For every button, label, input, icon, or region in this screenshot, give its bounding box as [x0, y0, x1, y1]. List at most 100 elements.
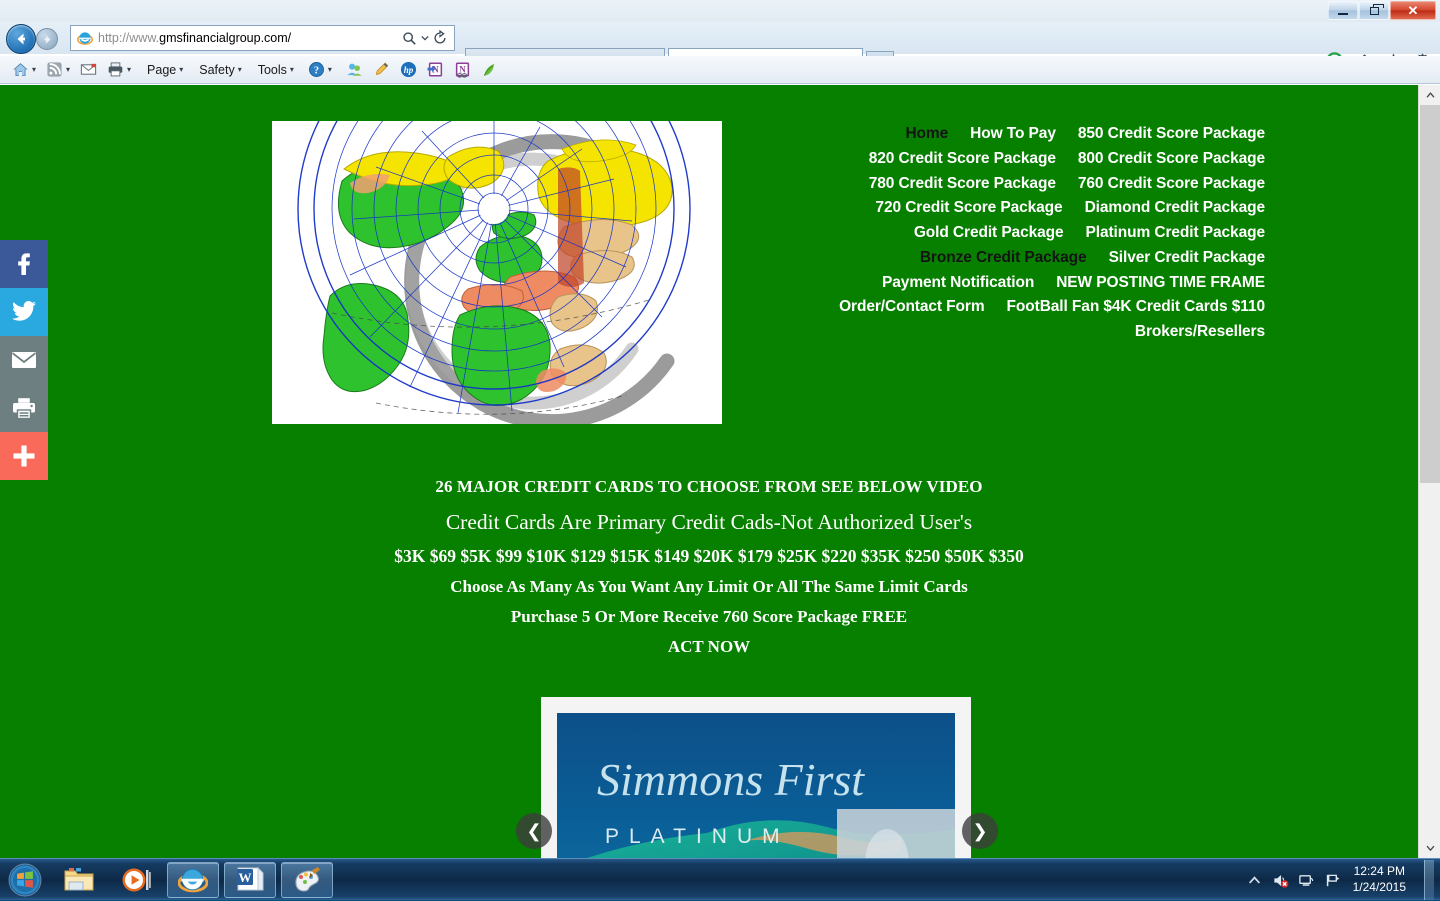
chevron-down-icon[interactable]	[421, 34, 429, 42]
hp-icon: hp	[400, 61, 417, 78]
cmd-hp-button[interactable]: hp	[396, 59, 421, 81]
cmd-safety-menu[interactable]: Safety ▾	[195, 59, 245, 81]
clock-time: 12:24 PM	[1353, 864, 1406, 880]
share-email-button[interactable]	[0, 336, 48, 384]
nav-link-new-posting-time-frame[interactable]: NEW POSTING TIME FRAME	[1056, 274, 1265, 292]
taskbar-microsoft-word-button[interactable]: W	[224, 862, 276, 898]
cmd-messenger-button[interactable]	[342, 59, 367, 81]
nav-link-850-credit-score-package[interactable]: 850 Credit Score Package	[1078, 125, 1265, 143]
minimize-button[interactable]	[1328, 1, 1358, 20]
carousel-prev-button[interactable]: ❮	[516, 813, 552, 849]
scroll-down-button[interactable]	[1419, 838, 1440, 858]
social-share-sidebar	[0, 240, 48, 480]
carousel-slide-image[interactable]: Simmons First PLATINUM	[557, 713, 955, 858]
svg-text:W: W	[239, 870, 252, 885]
cmd-mail-button[interactable]	[76, 59, 101, 81]
nav-link-platinum-credit-package[interactable]: Platinum Credit Package	[1086, 224, 1265, 242]
nav-link-760-credit-score-package[interactable]: 760 Credit Score Package	[1078, 175, 1265, 193]
nav-link-diamond-credit-package[interactable]: Diamond Credit Package	[1085, 199, 1265, 217]
chevron-down-icon[interactable]: ▾	[290, 65, 294, 74]
paint-icon	[292, 866, 322, 894]
address-bar[interactable]: http://www.gmsfinancialgroup.com/	[70, 25, 455, 51]
start-button[interactable]	[2, 861, 48, 899]
refresh-icon[interactable]	[432, 30, 448, 46]
cmd-feeds-button[interactable]: ▾	[42, 59, 74, 81]
share-facebook-button[interactable]	[0, 240, 48, 288]
home-icon	[12, 61, 29, 78]
media-player-icon	[121, 866, 151, 894]
share-print-button[interactable]	[0, 384, 48, 432]
command-bar: ▾ ▾ ▾	[0, 56, 1440, 84]
nav-link-bronze-credit-package[interactable]: Bronze Credit Package	[920, 249, 1087, 267]
carousel-next-button[interactable]: ❯	[962, 813, 998, 849]
search-icon[interactable]	[401, 30, 418, 47]
network-icon	[1298, 872, 1315, 889]
internet-explorer-icon	[178, 866, 208, 894]
share-twitter-button[interactable]	[0, 288, 48, 336]
nav-row: Home How To Pay 850 Credit Score Package	[760, 125, 1265, 143]
nav-link-silver-credit-package[interactable]: Silver Credit Package	[1109, 249, 1265, 267]
nav-link-gold-credit-package[interactable]: Gold Credit Package	[914, 224, 1064, 242]
back-button[interactable]	[6, 24, 36, 54]
scrollbar-thumb[interactable]	[1420, 105, 1440, 483]
nav-link-home[interactable]: Home	[905, 125, 948, 143]
forward-button[interactable]	[36, 28, 58, 50]
cmd-onenote-linked-button[interactable]: N	[450, 59, 475, 81]
nav-link-780-credit-score-package[interactable]: 780 Credit Score Package	[869, 175, 1056, 193]
address-protocol: http://www.	[98, 31, 159, 45]
taskbar-internet-explorer-button[interactable]	[167, 862, 219, 898]
cmd-green-leaf-button[interactable]	[477, 59, 502, 81]
close-button[interactable]: ✕	[1390, 1, 1436, 20]
chevron-down-icon[interactable]: ▾	[328, 65, 332, 74]
cmd-onenote-send-button[interactable]: N	[423, 59, 448, 81]
chevron-down-icon[interactable]: ▾	[66, 65, 70, 74]
promo-line-4: Choose As Many As You Want Any Limit Or …	[0, 577, 1418, 597]
microsoft-word-icon: W	[235, 866, 265, 894]
pen-icon	[373, 61, 390, 78]
cmd-home-button[interactable]: ▾	[8, 59, 40, 81]
taskbar-media-player-button[interactable]	[110, 862, 162, 898]
taskbar-file-explorer-button[interactable]	[53, 862, 105, 898]
file-explorer-icon	[63, 866, 95, 894]
nav-link-football-fan-credit-cards[interactable]: FootBall Fan $4K Credit Cards $110	[1007, 298, 1265, 316]
cmd-print-button[interactable]: ▾	[103, 59, 135, 81]
nav-link-800-credit-score-package[interactable]: 800 Credit Score Package	[1078, 150, 1265, 168]
volume-muted-icon	[1272, 872, 1289, 889]
scroll-up-button[interactable]	[1419, 85, 1440, 105]
page-viewport: Home How To Pay 850 Credit Score Package…	[0, 85, 1418, 858]
chevron-down-icon[interactable]: ▾	[238, 65, 242, 74]
nav-link-720-credit-score-package[interactable]: 720 Credit Score Package	[875, 199, 1062, 217]
tray-volume-button[interactable]	[1272, 872, 1289, 889]
restore-button[interactable]	[1359, 1, 1389, 20]
nav-link-how-to-pay[interactable]: How To Pay	[970, 125, 1056, 143]
tray-network-button[interactable]	[1298, 872, 1315, 889]
show-desktop-button[interactable]	[1424, 860, 1434, 900]
nav-link-order-contact-form[interactable]: Order/Contact Form	[839, 298, 984, 316]
windows-start-orb-icon	[8, 863, 42, 897]
promo-line-2: Credit Cards Are Primary Credit Cads-Not…	[0, 510, 1418, 535]
share-more-button[interactable]	[0, 432, 48, 480]
site-navigation: Home How To Pay 850 Credit Score Package…	[760, 125, 1265, 348]
twitter-icon	[11, 300, 37, 324]
cmd-page-menu[interactable]: Page ▾	[143, 59, 187, 81]
tray-expand-button[interactable]	[1246, 872, 1263, 889]
clock[interactable]: 12:24 PM 1/24/2015	[1350, 864, 1413, 896]
chevron-down-icon[interactable]: ▾	[32, 65, 36, 74]
globe-graphic	[272, 121, 722, 424]
cmd-pen-button[interactable]	[369, 59, 394, 81]
nav-link-brokers-resellers[interactable]: Brokers/Resellers	[1135, 323, 1265, 341]
windows-taskbar: W	[0, 858, 1440, 900]
taskbar-paint-button[interactable]	[281, 862, 333, 898]
messenger-icon	[346, 61, 363, 78]
cmd-tools-menu[interactable]: Tools ▾	[254, 59, 298, 81]
chevron-down-icon[interactable]: ▾	[127, 65, 131, 74]
vertical-scrollbar[interactable]	[1418, 85, 1440, 858]
chevron-down-icon[interactable]: ▾	[179, 65, 183, 74]
nav-link-820-credit-score-package[interactable]: 820 Credit Score Package	[869, 150, 1056, 168]
forward-arrow-icon	[41, 33, 54, 46]
nav-link-payment-notification[interactable]: Payment Notification	[882, 274, 1034, 292]
tray-action-center-button[interactable]	[1324, 872, 1341, 889]
nav-row: Gold Credit Package Platinum Credit Pack…	[760, 224, 1265, 242]
cmd-help-menu[interactable]: ? ▾	[304, 59, 336, 81]
rss-icon	[46, 61, 63, 78]
